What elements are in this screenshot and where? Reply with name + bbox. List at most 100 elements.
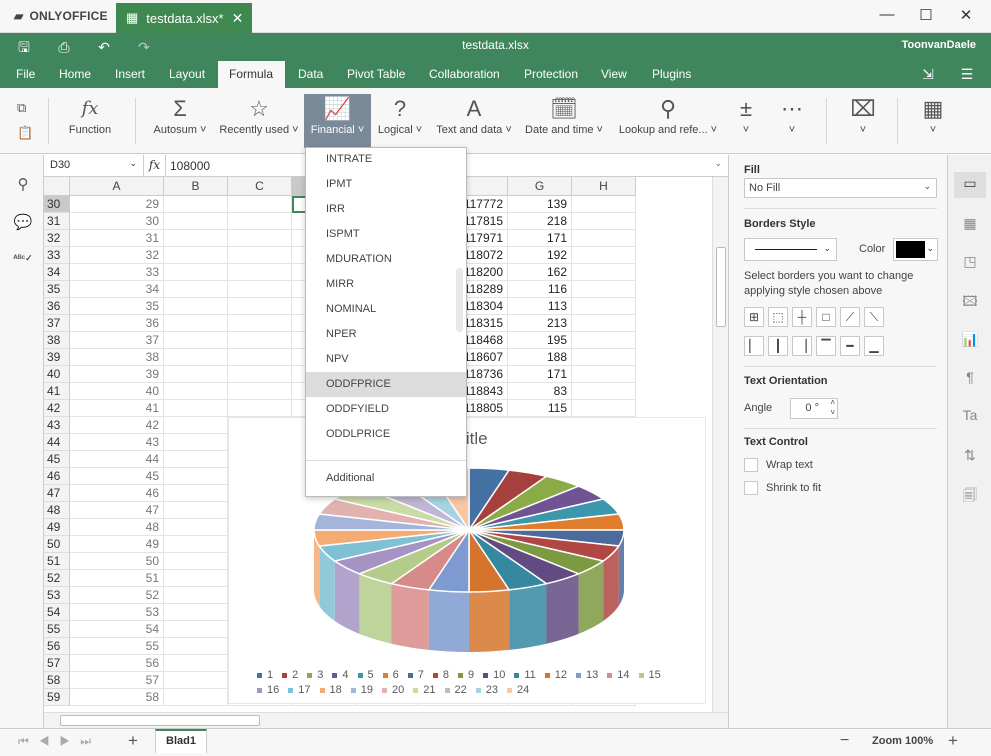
row-header[interactable]: 49 xyxy=(44,519,70,536)
table-cell[interactable]: 218 xyxy=(508,213,572,230)
table-cell[interactable] xyxy=(164,264,228,281)
table-cell[interactable] xyxy=(572,332,636,349)
table-cell[interactable] xyxy=(572,383,636,400)
table-cell[interactable] xyxy=(228,383,292,400)
table-cell[interactable]: 38 xyxy=(70,349,164,366)
table-cell[interactable]: 162 xyxy=(508,264,572,281)
menu-collaboration[interactable]: Collaboration xyxy=(418,61,511,88)
table-cell[interactable] xyxy=(164,519,228,536)
comment-icon[interactable]: 💬 xyxy=(12,213,34,235)
row-header[interactable]: 39 xyxy=(44,349,70,366)
table-cell[interactable]: 46 xyxy=(70,485,164,502)
border-style-icon[interactable]: ⟋ xyxy=(840,307,860,327)
menu-item-npv[interactable]: NPV xyxy=(306,347,456,372)
table-cell[interactable] xyxy=(228,213,292,230)
table-cell[interactable] xyxy=(164,689,228,706)
recently-used-button[interactable]: ☆ Recently used ˅ xyxy=(216,94,302,148)
text-and-data-button[interactable]: A Text and data ˅ xyxy=(434,94,514,148)
row-header[interactable]: 59 xyxy=(44,689,70,706)
border-style-icon[interactable]: ⟍ xyxy=(864,307,884,327)
table-cell[interactable]: 171 xyxy=(508,366,572,383)
chart-settings-icon[interactable]: 📊 xyxy=(960,331,980,351)
table-cell[interactable] xyxy=(164,553,228,570)
calculation-button[interactable]: ▦ ˅ xyxy=(918,94,948,148)
table-cell[interactable] xyxy=(164,587,228,604)
table-cell[interactable] xyxy=(164,417,228,434)
table-cell[interactable] xyxy=(164,536,228,553)
table-cell[interactable] xyxy=(228,196,292,213)
row-header[interactable]: 30 xyxy=(44,196,70,213)
row-header[interactable]: 55 xyxy=(44,621,70,638)
table-cell[interactable] xyxy=(228,366,292,383)
border-style-icon[interactable]: ▕ xyxy=(792,336,812,356)
table-cell[interactable]: 32 xyxy=(70,247,164,264)
row-header[interactable]: 34 xyxy=(44,264,70,281)
row-header[interactable]: 32 xyxy=(44,230,70,247)
menu-item-additional[interactable]: Additional xyxy=(306,466,456,491)
financial-button[interactable]: 📈 Financial ˅ xyxy=(304,94,371,148)
row-header[interactable]: 47 xyxy=(44,485,70,502)
table-cell[interactable] xyxy=(228,298,292,315)
hamburger-menu-icon[interactable]: ☰ xyxy=(954,63,980,85)
column-header[interactable]: G xyxy=(508,177,572,196)
table-cell[interactable] xyxy=(164,672,228,689)
row-header[interactable]: 44 xyxy=(44,434,70,451)
row-header[interactable]: 53 xyxy=(44,587,70,604)
row-header[interactable]: 36 xyxy=(44,298,70,315)
expand-formula-icon[interactable]: ⌄ xyxy=(714,158,722,169)
table-cell[interactable] xyxy=(164,502,228,519)
search-icon[interactable]: ⚲ xyxy=(12,175,34,197)
table-cell[interactable]: 40 xyxy=(70,383,164,400)
table-cell[interactable] xyxy=(164,213,228,230)
menu-item-nper[interactable]: NPER xyxy=(306,322,456,347)
table-cell[interactable]: 30 xyxy=(70,213,164,230)
row-header[interactable]: 31 xyxy=(44,213,70,230)
menu-item-mduration[interactable]: MDURATION xyxy=(306,247,456,272)
table-cell[interactable]: 37 xyxy=(70,332,164,349)
column-header[interactable]: A xyxy=(70,177,164,196)
close-tab-icon[interactable]: ✕ xyxy=(232,10,244,27)
table-cell[interactable]: 43 xyxy=(70,434,164,451)
table-cell[interactable] xyxy=(164,383,228,400)
table-cell[interactable] xyxy=(228,400,292,417)
table-cell[interactable] xyxy=(228,281,292,298)
menu-plugins[interactable]: Plugins xyxy=(641,61,702,88)
menu-item-oddlprice[interactable]: ODDLPRICE xyxy=(306,422,456,447)
table-cell[interactable] xyxy=(572,400,636,417)
border-style-icon[interactable]: ━ xyxy=(840,336,860,356)
table-cell[interactable]: 188 xyxy=(508,349,572,366)
insert-function-button[interactable]: fx Function xyxy=(60,94,120,148)
table-cell[interactable]: 41 xyxy=(70,400,164,417)
menu-item-oddfprice[interactable]: ODDFPRICE xyxy=(306,372,466,397)
column-header[interactable]: C xyxy=(228,177,292,196)
table-cell[interactable] xyxy=(572,366,636,383)
table-cell[interactable]: 36 xyxy=(70,315,164,332)
table-cell[interactable] xyxy=(572,196,636,213)
menu-scrollbar[interactable] xyxy=(456,268,463,332)
table-cell[interactable] xyxy=(164,366,228,383)
horizontal-scrollbar-thumb[interactable] xyxy=(60,715,260,726)
logical-button[interactable]: ? Logical ˅ xyxy=(374,94,426,148)
row-header[interactable]: 52 xyxy=(44,570,70,587)
menu-view[interactable]: View xyxy=(590,61,638,88)
row-header[interactable]: 57 xyxy=(44,655,70,672)
row-header[interactable]: 41 xyxy=(44,383,70,400)
lookup-reference-button[interactable]: ⚲ Lookup and refe... ˅ xyxy=(615,94,721,148)
table-cell[interactable] xyxy=(164,570,228,587)
image-settings-icon[interactable]: 🖾 xyxy=(960,291,980,311)
table-cell[interactable] xyxy=(228,230,292,247)
table-cell[interactable]: 45 xyxy=(70,468,164,485)
table-cell[interactable]: 33 xyxy=(70,264,164,281)
table-cell[interactable] xyxy=(164,621,228,638)
table-cell[interactable]: 113 xyxy=(508,298,572,315)
date-and-time-button[interactable]: 🗓 Date and time ˅ xyxy=(524,94,604,148)
name-box[interactable]: D30 ⌄ xyxy=(44,155,144,177)
named-ranges-button[interactable]: ⌧ ˅ xyxy=(848,94,878,148)
menu-home[interactable]: Home xyxy=(48,61,102,88)
shrink-to-fit-checkbox[interactable] xyxy=(744,481,758,495)
table-cell[interactable]: 116 xyxy=(508,281,572,298)
menu-item-ispmt[interactable]: ISPMT xyxy=(306,222,456,247)
document-tab[interactable]: ▦ testdata.xlsx* ✕ xyxy=(116,3,252,33)
copy-icon[interactable]: ⧉ xyxy=(17,100,26,116)
table-cell[interactable]: 115 xyxy=(508,400,572,417)
